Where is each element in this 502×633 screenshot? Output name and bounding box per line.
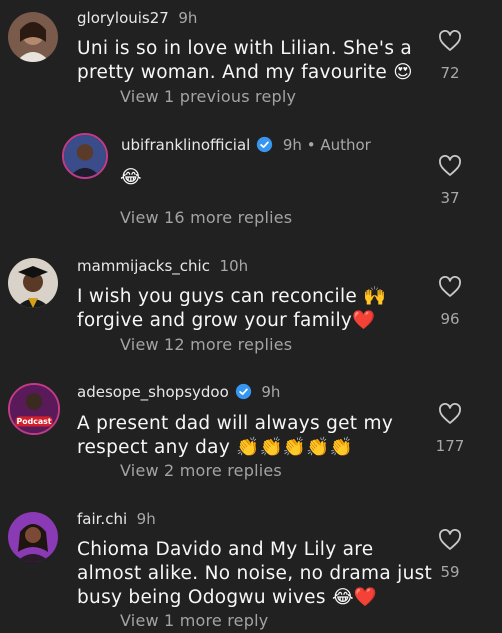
comment-meta: glorylouis27 9h bbox=[77, 9, 197, 27]
author-badge: • Author bbox=[306, 136, 371, 154]
timestamp: 9h bbox=[261, 383, 281, 401]
like-button[interactable]: 37 bbox=[430, 155, 470, 207]
like-count: 72 bbox=[440, 64, 460, 82]
avatar-podcast-label: Podcast bbox=[16, 417, 51, 426]
heart-outline-icon bbox=[439, 403, 461, 424]
like-button[interactable]: 177 bbox=[430, 403, 470, 455]
verified-badge-icon bbox=[257, 136, 273, 153]
like-button[interactable]: 59 bbox=[430, 529, 470, 581]
comment-meta: ubifranklinofficial 9h • Author bbox=[121, 136, 371, 154]
comment-meta: adesope_shopsydoo 9h bbox=[77, 383, 280, 401]
like-count: 59 bbox=[440, 563, 460, 581]
like-button[interactable]: 96 bbox=[430, 276, 470, 328]
heart-outline-icon bbox=[439, 529, 461, 550]
verified-badge-icon bbox=[235, 383, 251, 400]
like-count: 37 bbox=[440, 189, 460, 207]
comment-text: Chioma Davido and My Lily are almost ali… bbox=[77, 539, 433, 608]
heart-outline-icon bbox=[439, 155, 461, 176]
view-replies-link[interactable]: View 1 more reply bbox=[120, 611, 268, 630]
avatar[interactable]: Podcast bbox=[8, 383, 60, 435]
timestamp: 9h bbox=[136, 510, 156, 528]
username[interactable]: fair.chi bbox=[77, 510, 127, 528]
view-replies-link[interactable]: View 16 more replies bbox=[120, 208, 292, 227]
username[interactable]: mammijacks_chic bbox=[77, 257, 210, 275]
like-button[interactable]: 72 bbox=[430, 30, 470, 82]
like-count: 177 bbox=[435, 437, 465, 455]
like-count: 96 bbox=[440, 310, 460, 328]
comment-text: Uni is so in love with Lilian. She's a p… bbox=[77, 38, 413, 83]
avatar[interactable] bbox=[8, 512, 58, 562]
timestamp: 9h bbox=[282, 136, 302, 154]
username[interactable]: ubifranklinofficial bbox=[121, 136, 250, 154]
view-replies-link[interactable]: View 1 previous reply bbox=[120, 87, 296, 106]
heart-outline-icon bbox=[439, 276, 461, 297]
comment-text: I wish you guys can reconcile 🙌 forgive … bbox=[77, 286, 387, 331]
view-replies-link[interactable]: View 2 more replies bbox=[120, 461, 282, 480]
timestamp: 10h bbox=[219, 257, 249, 275]
avatar[interactable] bbox=[8, 12, 58, 62]
heart-outline-icon bbox=[439, 30, 461, 51]
avatar[interactable] bbox=[62, 133, 108, 179]
timestamp: 9h bbox=[178, 9, 198, 27]
comment-text: A present dad will always get my respect… bbox=[77, 413, 394, 458]
comment-meta: fair.chi 9h bbox=[77, 510, 156, 528]
avatar[interactable] bbox=[8, 258, 58, 308]
view-replies-link[interactable]: View 12 more replies bbox=[120, 335, 292, 354]
username[interactable]: adesope_shopsydoo bbox=[77, 383, 229, 401]
comment-meta: mammijacks_chic 10h bbox=[77, 257, 248, 275]
comment-text: 😂 bbox=[120, 167, 142, 188]
username[interactable]: glorylouis27 bbox=[77, 9, 169, 27]
